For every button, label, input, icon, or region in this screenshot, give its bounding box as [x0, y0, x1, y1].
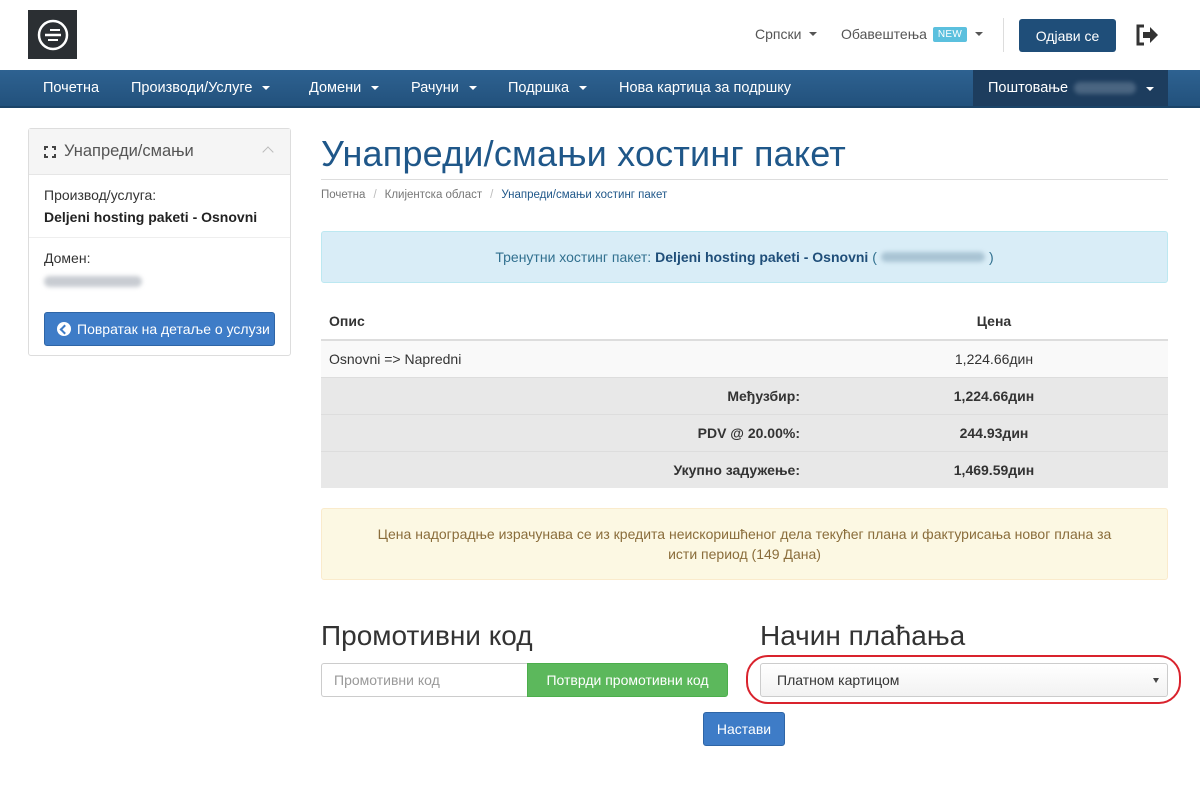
- nav-item-label: Производи/Услуге: [131, 80, 253, 96]
- table-row: Osnovni => Napredni 1,224.66дин: [321, 339, 1168, 377]
- promo-heading: Промотивни код: [321, 620, 533, 651]
- breadcrumb-home[interactable]: Почетна: [321, 189, 365, 201]
- payment-method-selected: Платном картицом: [777, 672, 900, 688]
- product-value: Deljeni hosting paketi - Osnovni: [44, 209, 258, 225]
- nav-item-label: Домени: [309, 80, 362, 96]
- user-menu[interactable]: Поштовање: [973, 70, 1168, 106]
- breadcrumb-separator: /: [490, 189, 494, 201]
- current-package-value: Deljeni hosting paketi - Osnovni: [655, 249, 869, 265]
- header-divider: [1003, 18, 1004, 52]
- nav-item-services[interactable]: Производи/Услуге: [131, 70, 271, 106]
- product-label: Производ/услуга:: [44, 187, 157, 203]
- back-to-service-button[interactable]: Повратак на детаље о услузи: [44, 312, 275, 346]
- subtotal-value: 1,224.66дин: [820, 376, 1168, 414]
- breadcrumb-client-area[interactable]: Клијентска област: [385, 189, 483, 201]
- chevron-down-icon: [1146, 87, 1154, 91]
- nav-item-label: Почетна: [43, 80, 100, 96]
- tax-row: PDV @ 20.00%: 244.93дин: [321, 413, 1168, 451]
- subtotal-row: Међузбир: 1,224.66дин: [321, 376, 1168, 414]
- nav-item-label: Подршка: [508, 80, 570, 96]
- paren-close: ): [988, 249, 994, 265]
- page-title: Унапреди/смањи хостинг пакет: [321, 133, 846, 174]
- continue-button[interactable]: Настави: [703, 712, 785, 746]
- sidebar-product-section: Производ/услуга: Deljeni hosting paketi …: [29, 175, 290, 238]
- item-description: Osnovni => Napredni: [321, 339, 820, 377]
- nav-item-label: Рачуни: [411, 80, 459, 96]
- current-package-alert: Тренутни хостинг пакет: Deljeni hosting …: [321, 231, 1168, 283]
- chevron-down-icon: [262, 86, 271, 90]
- main-navbar: Почетна Производи/Услуге Домени Рачуни П…: [0, 70, 1200, 108]
- blurred-username: [1074, 82, 1137, 94]
- nav-item-support[interactable]: Подршка: [508, 70, 588, 106]
- proration-notice: Цена надоградње израчунава се из кредита…: [321, 508, 1168, 580]
- breadcrumb-current: Унапреди/смањи хостинг пакет: [501, 189, 668, 201]
- tax-label: PDV @ 20.00%:: [321, 413, 820, 451]
- breadcrumb-separator: /: [373, 189, 377, 201]
- site-header: Српски Обавештења NEW Одјави се: [0, 0, 1200, 70]
- sidebar-header[interactable]: Унапреди/смањи: [29, 129, 290, 175]
- chevron-down-icon: [371, 86, 380, 90]
- language-label: Српски: [755, 26, 802, 42]
- logout-button[interactable]: Одјави се: [1019, 19, 1116, 52]
- chevron-down-icon: [975, 32, 984, 36]
- nav-item-label: Нова картица за подршку: [619, 80, 792, 96]
- sidebar-title: Унапреди/смањи: [64, 142, 194, 160]
- total-row: Укупно задужење: 1,469.59дин: [321, 450, 1168, 488]
- sign-out-icon[interactable]: [1135, 24, 1159, 46]
- nav-item-open-ticket[interactable]: Нова картица за подршку: [619, 70, 791, 106]
- nav-item-domains[interactable]: Домени: [309, 70, 380, 106]
- title-divider: [321, 179, 1168, 180]
- breadcrumb: Почетна / Клијентска област / Унапреди/с…: [321, 189, 667, 201]
- user-greeting: Поштовање: [988, 80, 1069, 96]
- brand-logo[interactable]: [28, 10, 77, 59]
- apply-promo-button[interactable]: Потврди промотивни код: [527, 663, 728, 697]
- col-price-header: Цена: [820, 303, 1168, 341]
- current-package-label: Тренутни хостинг пакет:: [495, 249, 652, 265]
- payment-heading: Начин плаћања: [760, 620, 966, 651]
- promo-code-input[interactable]: [321, 663, 528, 697]
- tax-value: 244.93дин: [820, 413, 1168, 451]
- notifications-dropdown[interactable]: Обавештења NEW: [841, 26, 984, 42]
- chevron-down-icon: [468, 86, 477, 90]
- item-price: 1,224.66дин: [820, 339, 1168, 377]
- table-header-row: Опис Цена: [321, 303, 1168, 341]
- total-label: Укупно задужење:: [321, 450, 820, 488]
- arrow-circle-left-icon: [57, 322, 71, 336]
- dropdown-arrow-icon: [1153, 678, 1159, 683]
- nav-item-billing[interactable]: Рачуни: [411, 70, 477, 106]
- chevron-up-icon[interactable]: [262, 146, 274, 158]
- notifications-label: Обавештења: [841, 26, 927, 42]
- back-button-label: Повратак на детаље о услузи: [77, 321, 270, 337]
- nav-item-home[interactable]: Почетна: [43, 70, 99, 106]
- subtotal-label: Међузбир:: [321, 376, 820, 414]
- paren-open: (: [872, 249, 877, 265]
- language-dropdown[interactable]: Српски: [755, 26, 818, 42]
- blurred-domain: [44, 276, 142, 287]
- pricing-table: Опис Цена Osnovni => Napredni 1,224.66ди…: [321, 303, 1168, 488]
- chevron-down-icon: [809, 32, 818, 36]
- expand-icon: [44, 145, 56, 158]
- payment-method-select[interactable]: Платном картицом: [760, 663, 1168, 697]
- blurred-domain: [880, 252, 985, 262]
- col-description-header: Опис: [321, 303, 820, 341]
- globe-e-icon: [37, 19, 68, 50]
- domain-label: Домен:: [44, 250, 91, 266]
- sidebar-panel: Унапреди/смањи Производ/услуга: Deljeni …: [28, 128, 291, 356]
- total-value: 1,469.59дин: [820, 450, 1168, 488]
- chevron-down-icon: [579, 86, 588, 90]
- sidebar-domain-section: Домен:: [29, 238, 290, 302]
- new-badge: NEW: [932, 26, 968, 42]
